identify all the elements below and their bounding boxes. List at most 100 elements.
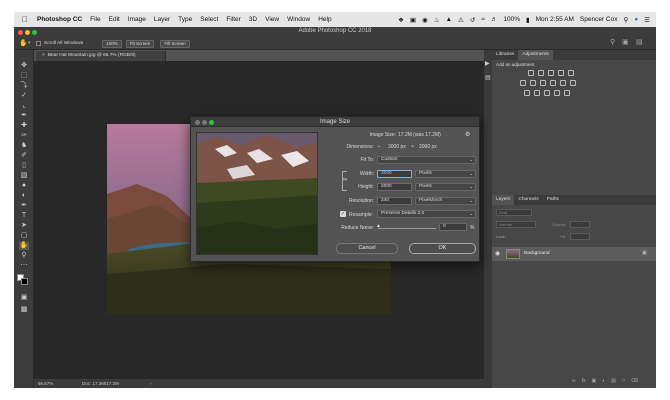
blur-tool-icon[interactable]: ● xyxy=(19,182,29,190)
opacity-field[interactable] xyxy=(570,221,590,228)
color-balance-icon[interactable] xyxy=(530,80,536,86)
crop-tool-icon[interactable]: ⌞ xyxy=(19,102,29,110)
share-icon[interactable]: ▤ xyxy=(636,38,643,46)
menu-3d[interactable]: 3D xyxy=(249,16,257,23)
zoom-level[interactable]: 66.67% xyxy=(38,379,53,388)
shape-tool-icon[interactable]: ▢ xyxy=(19,232,29,240)
menu-window[interactable]: Window xyxy=(287,16,310,23)
menu-layer[interactable]: Layer xyxy=(154,16,170,23)
height-input[interactable]: 2000 xyxy=(377,183,412,191)
notification-center-icon[interactable]: ☰ xyxy=(644,16,650,24)
vlc-icon[interactable]: ▲ xyxy=(446,16,452,23)
background-color-swatch[interactable] xyxy=(21,278,28,285)
width-unit-select[interactable]: Pixels ⌄ xyxy=(415,170,476,178)
zoom-tool-icon[interactable]: ⚲ xyxy=(19,252,29,260)
eraser-tool-icon[interactable]: ▯ xyxy=(19,162,29,170)
menu-help[interactable]: Help xyxy=(318,16,331,23)
exposure-icon[interactable] xyxy=(558,70,564,76)
link-layers-icon[interactable]: ∞ xyxy=(572,378,576,384)
lasso-tool-icon[interactable]: ⤵ xyxy=(19,82,29,90)
image-preview[interactable] xyxy=(196,132,318,255)
new-layer-icon[interactable]: □ xyxy=(622,378,625,384)
layer-row-background[interactable]: ◉ Background ▣ xyxy=(492,247,656,261)
screen-mode-icon[interactable]: ▩ xyxy=(19,306,29,314)
eyedropper-tool-icon[interactable]: ✒ xyxy=(19,112,29,120)
menu-select[interactable]: Select xyxy=(200,16,218,23)
type-tool-icon[interactable]: T xyxy=(19,212,29,220)
apple-icon[interactable]:  xyxy=(22,15,28,24)
vibrance-icon[interactable] xyxy=(568,70,574,76)
preset-dropdown-icon[interactable]: ▾ xyxy=(28,40,31,46)
spotlight-icon[interactable]: ⚲ xyxy=(623,16,628,24)
info-panel-icon[interactable]: ▤ xyxy=(485,74,491,81)
height-unit-select[interactable]: Pixels ⌄ xyxy=(415,183,476,191)
document-tab[interactable]: × Bear Hat Mountain.jpg @ 66.7% (RGB/8) xyxy=(36,51,166,61)
gradient-tool-icon[interactable]: ▧ xyxy=(19,172,29,180)
notes-icon[interactable]: ▣ xyxy=(410,16,416,24)
tab-adjustments[interactable]: Adjustments xyxy=(518,50,553,60)
brightness-contrast-icon[interactable] xyxy=(528,70,534,76)
history-brush-tool-icon[interactable]: ✐ xyxy=(19,152,29,160)
selective-color-icon[interactable] xyxy=(564,90,570,96)
tab-channels[interactable]: Channels xyxy=(514,195,542,205)
tab-paths[interactable]: Paths xyxy=(543,195,563,205)
resolution-input[interactable]: 240 xyxy=(377,197,412,205)
gear-icon[interactable]: ⚙ xyxy=(465,131,470,138)
posterize-icon[interactable] xyxy=(534,90,540,96)
fx-icon[interactable]: fx xyxy=(582,378,586,384)
color-lookup-icon[interactable] xyxy=(570,80,576,86)
more-tools-icon[interactable]: ⋯ xyxy=(19,262,29,270)
layer-visibility-icon[interactable]: ◉ xyxy=(495,250,500,257)
adjustment-layer-icon[interactable]: ◐ xyxy=(602,378,605,384)
app-menu[interactable]: Photoshop CC xyxy=(37,16,82,23)
clone-stamp-tool-icon[interactable]: ♞ xyxy=(19,142,29,150)
dropbox-icon[interactable]: ❖ xyxy=(398,16,404,24)
battery-icon[interactable]: ▮ xyxy=(526,16,530,24)
move-tool-icon[interactable]: ✥ xyxy=(19,62,29,70)
channel-mixer-icon[interactable] xyxy=(560,80,566,86)
time-machine-icon[interactable]: ↺ xyxy=(470,16,475,24)
drive-icon[interactable]: ◉ xyxy=(422,16,428,24)
hand-tool-preset-icon[interactable]: ✋ xyxy=(19,39,28,47)
volume-icon[interactable]: ♬ xyxy=(491,16,498,23)
fill-field[interactable] xyxy=(570,233,590,240)
menu-edit[interactable]: Edit xyxy=(109,16,120,23)
history-panel-icon[interactable]: ▶ xyxy=(485,60,490,67)
brush-tool-icon[interactable]: ✑ xyxy=(19,132,29,140)
photo-filter-icon[interactable] xyxy=(550,80,556,86)
add-mask-icon[interactable]: ▣ xyxy=(591,378,596,384)
pen-tool-icon[interactable]: ✒ xyxy=(19,202,29,210)
quick-select-tool-icon[interactable]: ✓ xyxy=(19,92,29,100)
close-tab-icon[interactable]: × xyxy=(42,53,45,58)
menu-view[interactable]: View xyxy=(265,16,279,23)
new-group-icon[interactable]: ▤ xyxy=(611,378,616,384)
document-size[interactable]: Doc: 17.2M/17.2M xyxy=(82,379,119,388)
status-arrow-icon[interactable]: › xyxy=(150,379,152,388)
hand-tool-icon[interactable]: ✋ xyxy=(19,242,29,250)
fit-to-select[interactable]: Custom ⌄ xyxy=(377,156,476,164)
clock[interactable]: Mon 2:55 AM xyxy=(536,16,574,23)
path-selection-tool-icon[interactable]: ➤ xyxy=(19,222,29,230)
resample-select[interactable]: Preserve Details 2.0 ⌄ xyxy=(377,210,476,218)
fit-screen-button[interactable]: Fit Screen xyxy=(126,39,154,48)
dimensions-dropdown-icon[interactable]: ⌄ xyxy=(377,143,381,149)
threshold-icon[interactable] xyxy=(544,90,550,96)
layer-kind-filter[interactable]: Kind xyxy=(496,209,532,216)
zoom-100-button[interactable]: 100% xyxy=(102,39,122,48)
menu-image[interactable]: Image xyxy=(128,16,146,23)
fill-screen-button[interactable]: Fill Screen xyxy=(160,39,190,48)
ok-button[interactable]: OK xyxy=(409,243,476,254)
constrain-proportions-link-icon[interactable]: ∞ xyxy=(343,177,348,183)
cancel-button[interactable]: Cancel xyxy=(336,243,398,254)
scroll-all-windows-checkbox[interactable] xyxy=(36,41,41,46)
user-name[interactable]: Spencer Cox xyxy=(580,16,618,23)
dodge-tool-icon[interactable]: ◐ xyxy=(19,192,29,200)
battery-label[interactable]: 100% xyxy=(503,16,520,23)
hue-saturation-icon[interactable] xyxy=(520,80,526,86)
resolution-unit-select[interactable]: Pixels/Inch ⌄ xyxy=(415,197,476,205)
quick-mask-icon[interactable]: ▣ xyxy=(19,294,29,302)
tab-layers[interactable]: Layers xyxy=(492,195,515,205)
flame-icon[interactable]: ♨ xyxy=(434,16,440,24)
resample-checkbox[interactable]: ✓ xyxy=(340,211,346,217)
gradient-map-icon[interactable] xyxy=(554,90,560,96)
